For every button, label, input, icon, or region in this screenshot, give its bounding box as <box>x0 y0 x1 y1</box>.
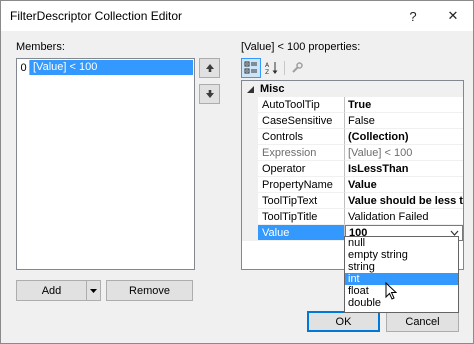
remove-button-label: Remove <box>129 284 170 297</box>
help-icon: ? <box>409 8 417 24</box>
property-value[interactable]: False <box>345 113 463 129</box>
dropdown-item[interactable]: null <box>345 237 458 249</box>
property-name: Operator <box>258 161 345 177</box>
chevron-down-icon <box>90 288 97 293</box>
property-row[interactable]: ToolTipTitle Validation Failed <box>242 209 463 225</box>
dropdown-item-selected[interactable]: int <box>345 273 458 285</box>
property-row[interactable]: CaseSensitive False <box>242 113 463 129</box>
categorized-icon <box>244 61 257 74</box>
property-name: PropertyName <box>258 177 345 193</box>
list-item[interactable]: 0 [Value] < 100 <box>18 60 193 75</box>
alphabetical-icon: A Z <box>265 62 278 75</box>
property-name: CaseSensitive <box>258 113 345 129</box>
property-value[interactable]: Validation Failed <box>345 209 463 225</box>
svg-text:Z: Z <box>265 69 269 75</box>
arrow-up-icon <box>205 64 214 72</box>
member-index: 0 <box>18 60 30 75</box>
cancel-button-label: Cancel <box>405 315 440 328</box>
property-name: AutoToolTip <box>258 97 345 113</box>
property-row[interactable]: Controls (Collection) <box>242 129 463 145</box>
property-row[interactable]: PropertyName Value <box>242 177 463 193</box>
collapse-icon[interactable] <box>242 81 258 97</box>
property-name: Controls <box>258 129 345 145</box>
dropdown-item[interactable]: double <box>345 297 458 309</box>
properties-label: [Value] < 100 properties: <box>241 41 361 53</box>
member-text: [Value] < 100 <box>30 60 193 75</box>
wrench-icon <box>292 62 303 73</box>
help-button[interactable]: ? <box>393 1 433 31</box>
members-label: Members: <box>16 41 65 53</box>
move-up-button[interactable] <box>199 58 220 78</box>
ok-button-label: OK <box>335 315 352 328</box>
dropdown-item[interactable]: float <box>345 285 458 297</box>
property-value[interactable]: (Collection) <box>345 129 463 145</box>
cancel-button[interactable]: Cancel <box>386 311 459 332</box>
toolbar-separator <box>284 61 285 75</box>
categorized-button[interactable] <box>241 58 261 78</box>
property-value[interactable]: [Value] < 100 <box>345 145 463 161</box>
property-name: ToolTipTitle <box>258 209 345 225</box>
remove-button[interactable]: Remove <box>106 280 193 301</box>
svg-text:A: A <box>265 62 270 69</box>
add-button[interactable]: Add <box>16 280 101 301</box>
property-name: Expression <box>258 145 345 161</box>
arrow-down-icon <box>205 90 214 98</box>
mouse-cursor-icon <box>385 282 397 300</box>
property-grid-toolbar: A Z <box>241 57 311 79</box>
add-dropdown-button[interactable] <box>86 281 100 300</box>
property-value[interactable]: True <box>345 97 463 113</box>
close-button[interactable]: ✕ <box>433 1 473 31</box>
dropdown-item[interactable]: string <box>345 261 458 273</box>
property-value[interactable]: Value should be less than <box>345 193 463 209</box>
type-dropdown-list[interactable]: null empty string string int float doubl… <box>344 236 459 313</box>
property-row[interactable]: ToolTipText Value should be less than <box>242 193 463 209</box>
close-icon: ✕ <box>447 8 459 23</box>
property-pages-button[interactable] <box>287 58 307 78</box>
property-row[interactable]: Operator IsLessThan <box>242 161 463 177</box>
add-button-label: Add <box>41 284 62 297</box>
property-value[interactable]: IsLessThan <box>345 161 463 177</box>
dropdown-item[interactable]: empty string <box>345 249 458 261</box>
ok-button[interactable]: OK <box>307 311 380 332</box>
title-bar: FilterDescriptor Collection Editor ? ✕ <box>1 1 473 31</box>
property-row[interactable]: AutoToolTip True <box>242 97 463 113</box>
property-name: ToolTipText <box>258 193 345 209</box>
category-label: Misc <box>260 83 285 95</box>
property-row[interactable]: Expression [Value] < 100 <box>242 145 463 161</box>
members-list[interactable]: 0 [Value] < 100 <box>16 58 195 270</box>
alphabetical-button[interactable]: A Z <box>262 58 282 78</box>
property-name: Value <box>258 225 345 241</box>
collection-editor-dialog: FilterDescriptor Collection Editor ? ✕ M… <box>0 0 474 344</box>
property-value[interactable]: Value <box>345 177 463 193</box>
category-row-misc[interactable]: Misc <box>242 81 463 97</box>
move-down-button[interactable] <box>199 84 220 104</box>
window-title: FilterDescriptor Collection Editor <box>10 9 183 23</box>
